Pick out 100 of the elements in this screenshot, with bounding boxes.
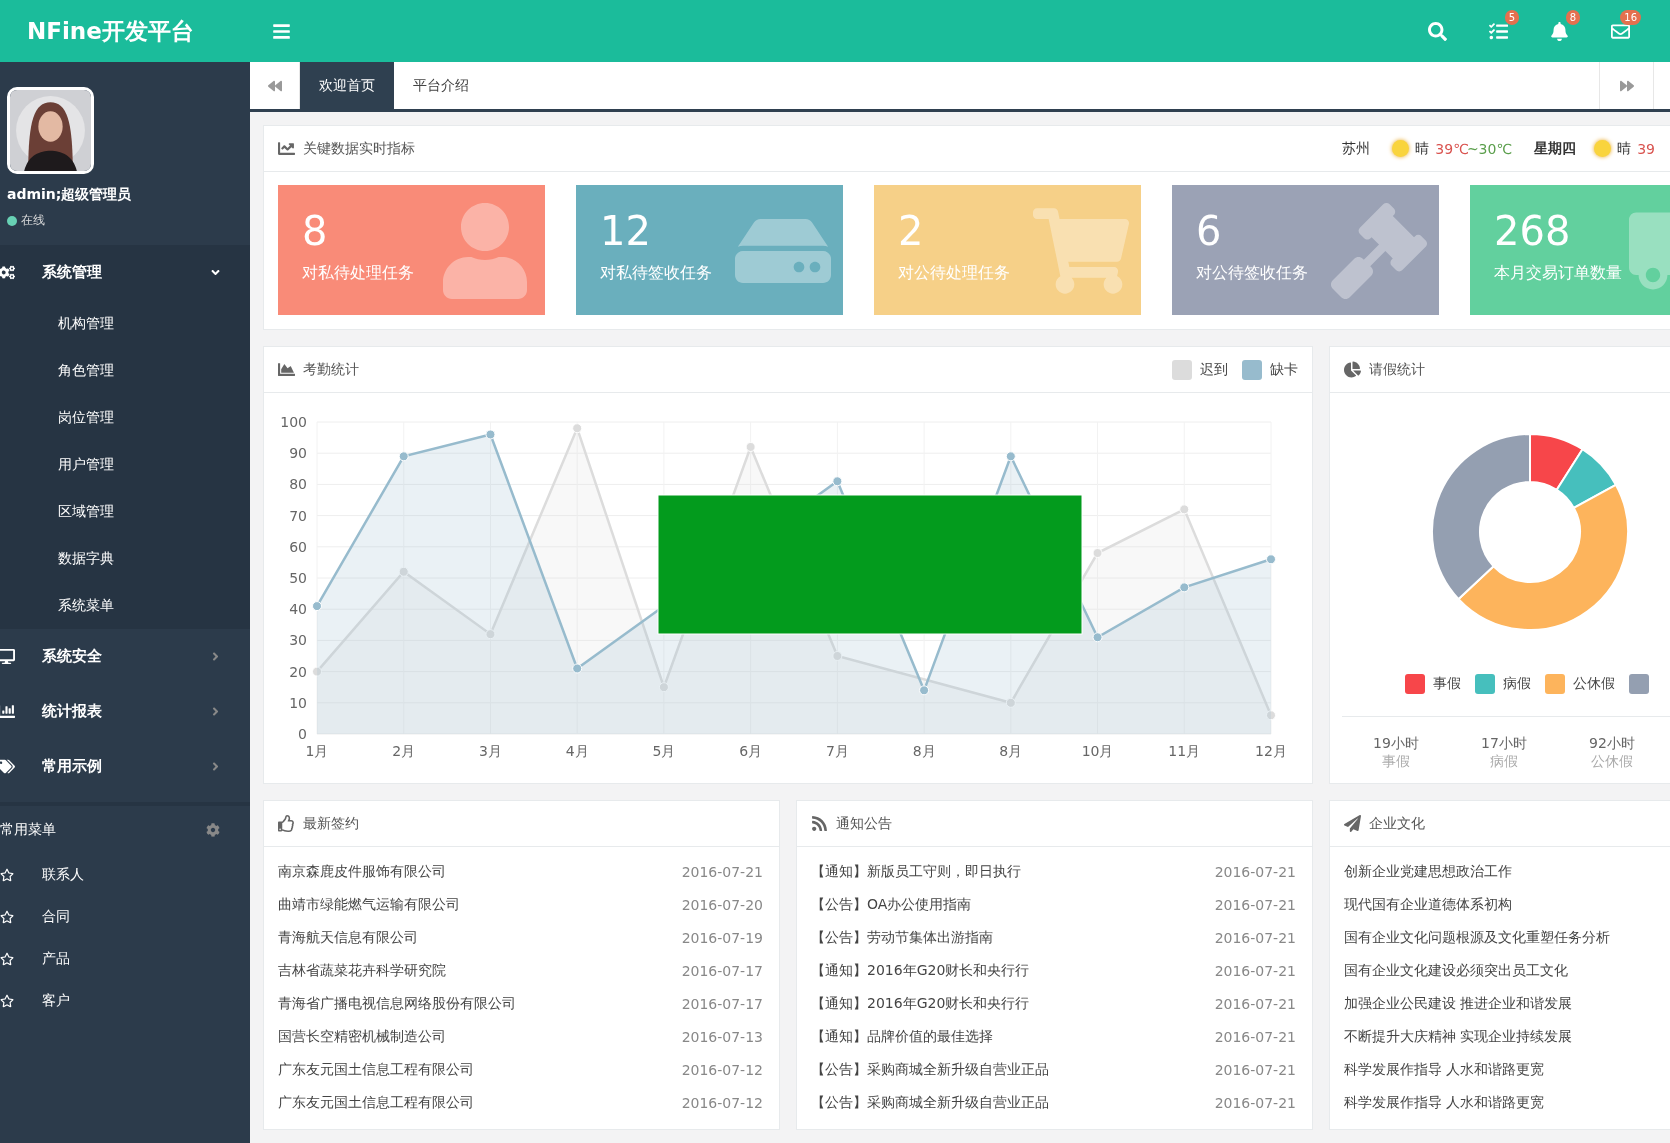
list-link[interactable]: 国有企业文化问题根源及文化重塑任务分析 xyxy=(1344,928,1610,947)
menu-group[interactable]: 系统管理 xyxy=(0,245,250,300)
list-link[interactable]: 广东友元国土信息工程有限公司 xyxy=(278,1093,474,1112)
menu-item[interactable]: 机构管理 xyxy=(0,300,250,347)
bell-icon xyxy=(1550,21,1569,41)
axis-label: 60 xyxy=(289,538,307,555)
legend-label: 缺卡 xyxy=(1270,360,1298,379)
list-link[interactable]: 【公告】采购商城全新升级自营业正品 xyxy=(811,1093,1049,1112)
high-temperature: 39℃ xyxy=(1435,140,1469,157)
stat-value: 19小时 xyxy=(1372,735,1420,753)
list-link[interactable]: 现代国有企业道德体系初构 xyxy=(1344,895,1512,914)
notification-button[interactable] xyxy=(1611,21,1630,41)
card-title: 关键数据实时指标 xyxy=(303,139,415,158)
sun-icon xyxy=(1392,140,1410,157)
menu-group[interactable]: 常用示例 xyxy=(0,739,250,794)
menu-group[interactable]: 系统安全 xyxy=(0,629,250,684)
list-link[interactable]: 科学发展作指导 人水和谐路更宽 xyxy=(1344,1060,1545,1079)
list-link[interactable]: 南京森鹿皮件服饰有限公司 xyxy=(278,862,446,881)
menu-group[interactable]: 统计报表 xyxy=(0,684,250,739)
data-point xyxy=(658,682,669,693)
axis-label: 100 xyxy=(280,414,307,430)
weather-condition: 晴 xyxy=(1617,139,1632,158)
data-point xyxy=(1092,548,1103,559)
axis-label: 6月 xyxy=(739,743,763,759)
axis-label: 5月 xyxy=(652,743,676,759)
settings-icon[interactable] xyxy=(206,823,220,837)
menu-icon[interactable] xyxy=(272,21,291,41)
menu-item[interactable]: 系统菜单 xyxy=(0,582,250,629)
star-icon xyxy=(0,994,14,1008)
legend-label: 病假 xyxy=(1503,675,1531,693)
monitor-icon xyxy=(0,648,15,665)
tile-value: 8 xyxy=(302,207,329,255)
list-link[interactable]: 国营长空精密机械制造公司 xyxy=(278,1027,446,1046)
list-link[interactable]: 国有企业文化建设必须突出员工文化 xyxy=(1344,961,1568,980)
menu-item[interactable]: 用户管理 xyxy=(0,441,250,488)
list-link[interactable]: 【通知】2016年G20财长和央行行 xyxy=(811,994,1030,1013)
favorite-link[interactable]: 合同 xyxy=(42,908,70,926)
notification-button[interactable] xyxy=(1489,21,1508,41)
data-point xyxy=(1179,582,1190,593)
list-link[interactable]: 广东友元国土信息工程有限公司 xyxy=(278,1060,474,1079)
count-badge: 5 xyxy=(1504,9,1519,25)
tasks-icon xyxy=(1489,21,1508,41)
high-temperature: 39 xyxy=(1637,140,1655,157)
search-icon[interactable] xyxy=(1428,21,1447,41)
count-badge: 16 xyxy=(1620,9,1641,25)
stat-value: 92小时 xyxy=(1588,735,1636,753)
list-link[interactable]: 吉林省蔬菜花卉科学研究院 xyxy=(278,961,446,980)
legend-label: 迟到 xyxy=(1200,360,1228,379)
card-title: 最新签约 xyxy=(303,814,359,833)
rss-icon xyxy=(811,815,828,832)
envelope-icon xyxy=(1611,21,1630,41)
tags-icon xyxy=(0,758,15,775)
data-point xyxy=(485,629,496,640)
list-link[interactable]: 青海航天信息有限公司 xyxy=(278,928,418,947)
menu-item[interactable]: 岗位管理 xyxy=(0,394,250,441)
list-link[interactable]: 【通知】品牌价值的最佳选择 xyxy=(811,1027,993,1046)
favorite-link[interactable]: 客户 xyxy=(42,992,70,1010)
axis-label: 90 xyxy=(289,445,307,462)
city-name: 苏州 xyxy=(1342,139,1371,158)
list-date: 2016-07-21 xyxy=(1214,929,1296,946)
list-date: 2016-07-17 xyxy=(681,995,763,1012)
list-date: 2016-07-21 xyxy=(1214,863,1296,880)
scroll-right-button[interactable] xyxy=(1599,62,1654,109)
list-link[interactable]: 加强企业公民建设 推进企业和谐发展 xyxy=(1344,994,1573,1013)
notification-button[interactable] xyxy=(1550,21,1569,41)
list-link[interactable]: 创新企业党建思想政治工作 xyxy=(1344,862,1512,881)
list-link[interactable]: 【公告】劳动节集体出游指南 xyxy=(811,928,993,947)
section-title: 常用菜单 xyxy=(0,821,56,839)
axis-label: 7月 xyxy=(825,743,849,759)
list-link[interactable]: 【通知】新版员工守则，即日执行 xyxy=(811,862,1021,881)
axis-label: 0 xyxy=(298,726,307,742)
list-link[interactable]: 【公告】OA办公使用指南 xyxy=(811,895,972,914)
tile-label: 对私待处理任务 xyxy=(302,263,415,284)
list-link[interactable]: 曲靖市绿能燃气运输有限公司 xyxy=(278,895,460,914)
data-point xyxy=(1179,504,1190,515)
tile-label: 对公待处理任务 xyxy=(898,263,1011,284)
list-link[interactable]: 【通知】2016年G20财长和央行行 xyxy=(811,961,1030,980)
page-tab[interactable]: 欢迎首页 xyxy=(300,62,394,109)
list-link[interactable]: 科学发展作指导 人水和谐路更宽 xyxy=(1344,1093,1545,1112)
card-title: 企业文化 xyxy=(1369,814,1425,833)
menu-item[interactable]: 角色管理 xyxy=(0,347,250,394)
sun-icon xyxy=(1594,140,1612,157)
axis-label: 8月 xyxy=(912,743,936,759)
count-badge: 8 xyxy=(1565,9,1580,25)
axis-label: 10 xyxy=(289,694,307,711)
card-title: 考勤统计 xyxy=(303,360,359,379)
list-link[interactable]: 不断提升大庆精神 实现企业持续发展 xyxy=(1344,1027,1573,1046)
menu-item[interactable]: 数据字典 xyxy=(0,535,250,582)
paper-plane-icon xyxy=(1344,815,1361,832)
list-link[interactable]: 【公告】采购商城全新升级自营业正品 xyxy=(811,1060,1049,1079)
data-point xyxy=(919,685,930,696)
favorite-link[interactable]: 联系人 xyxy=(42,866,84,884)
tile-value: 268 xyxy=(1494,207,1572,255)
favorite-link[interactable]: 产品 xyxy=(42,950,70,968)
list-link[interactable]: 青海省广播电视信息网络股份有限公司 xyxy=(278,994,516,1013)
pie-chart-icon xyxy=(1344,361,1361,378)
menu-item[interactable]: 区域管理 xyxy=(0,488,250,535)
stat-label: 病假 xyxy=(1489,753,1519,771)
tile-value: 2 xyxy=(898,207,925,255)
list-date: 2016-07-21 xyxy=(1214,1094,1296,1111)
